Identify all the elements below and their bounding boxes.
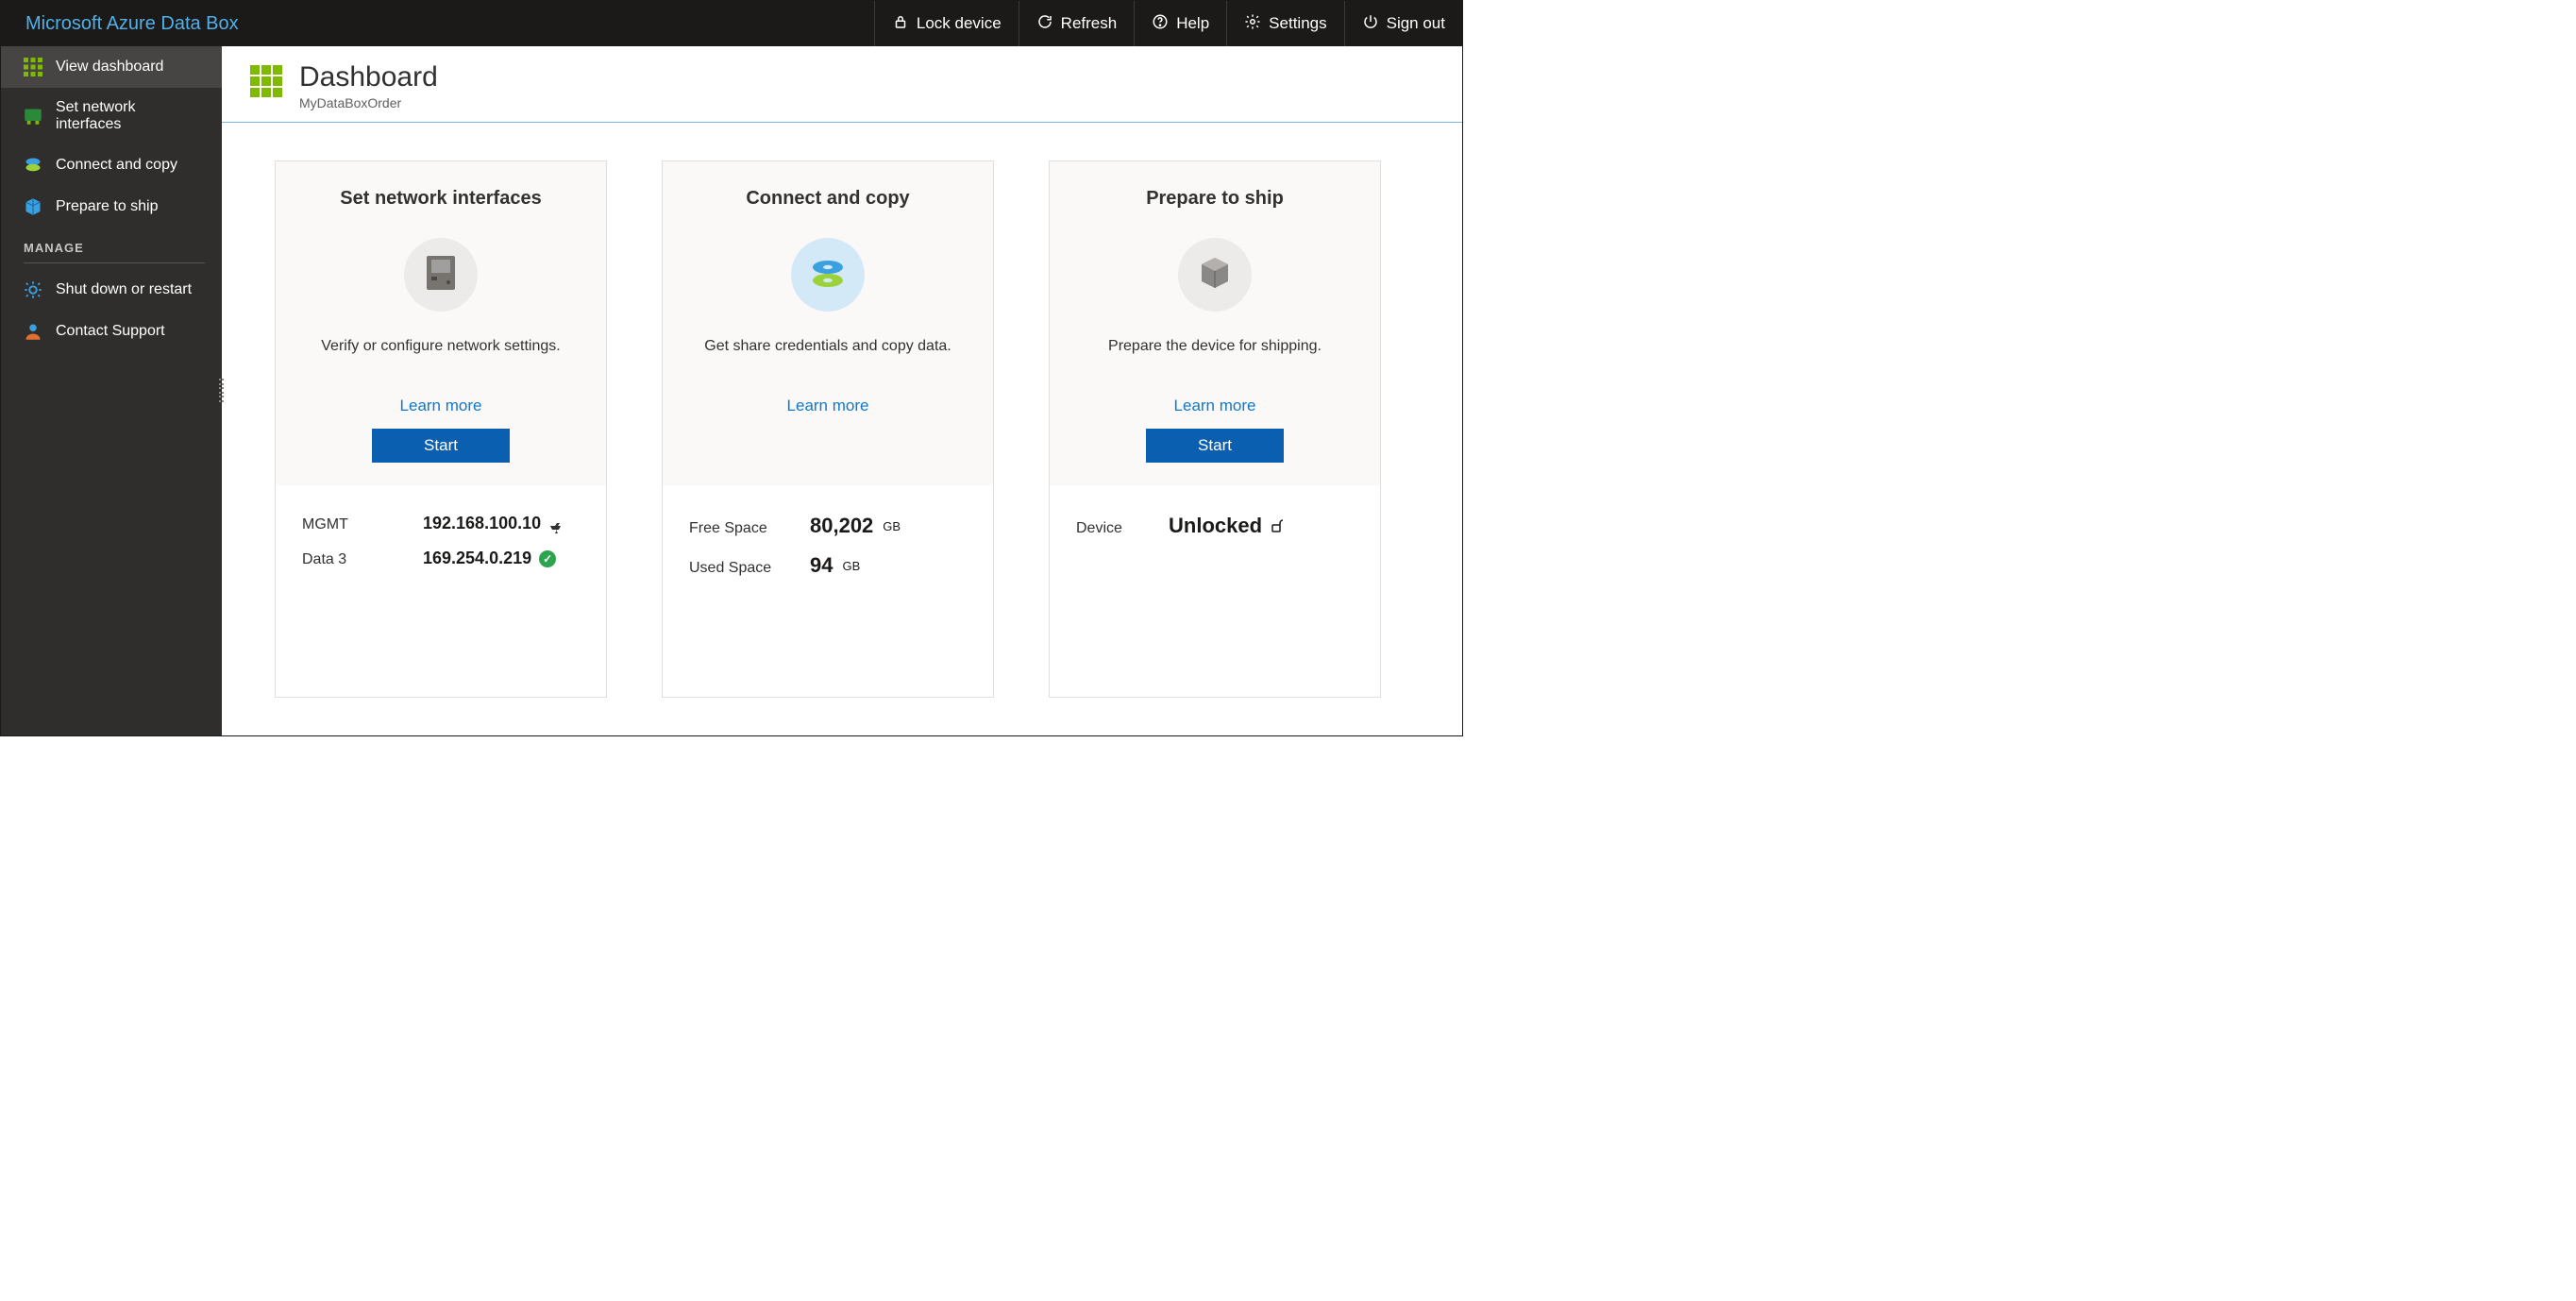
refresh-icon <box>1036 13 1053 35</box>
stat-value: Unlocked <box>1169 514 1285 538</box>
disks-icon <box>24 156 42 175</box>
card-title: Connect and copy <box>746 188 909 210</box>
refresh-label: Refresh <box>1061 14 1118 33</box>
package-icon <box>24 197 42 216</box>
stat-label: Data 3 <box>302 551 406 568</box>
stat-label: MGMT <box>302 516 406 533</box>
grid-icon <box>24 58 42 76</box>
learn-more-link[interactable]: Learn more <box>1174 397 1256 415</box>
card-desc: Verify or configure network settings. <box>321 338 560 355</box>
body: View dashboard Set network interfaces Co… <box>1 46 1462 735</box>
card-bottom: MGMT 192.168.100.10 Data 3 169 <box>276 485 606 697</box>
page-header: Dashboard MyDataBoxOrder <box>222 46 1462 123</box>
card-top: Set network interfaces Verify or configu… <box>276 161 606 485</box>
topbar-actions: Lock device Refresh Help Settings <box>874 1 1462 46</box>
server-icon <box>425 254 457 296</box>
lock-icon <box>892 13 909 35</box>
card-top: Prepare to ship Prepare the device for s… <box>1050 161 1380 485</box>
stat-label: Free Space <box>689 520 793 537</box>
card-copy: Connect and copy Get share credentials a… <box>662 161 994 698</box>
package-icon <box>1196 254 1234 296</box>
help-button[interactable]: Help <box>1134 1 1226 46</box>
help-icon <box>1152 13 1169 35</box>
card-desc: Prepare the device for shipping. <box>1108 338 1322 355</box>
stat-value: 94 GB <box>810 553 860 578</box>
sidebar-divider <box>24 262 205 263</box>
stat-value: 80,202 GB <box>810 514 901 538</box>
card-title: Set network interfaces <box>340 188 541 210</box>
learn-more-link[interactable]: Learn more <box>787 397 869 415</box>
check-icon <box>539 550 556 567</box>
refresh-button[interactable]: Refresh <box>1019 1 1135 46</box>
topbar-spacer <box>263 1 874 46</box>
power-icon <box>1362 13 1379 35</box>
lock-device-button[interactable]: Lock device <box>874 1 1019 46</box>
unlock-icon <box>1270 518 1285 533</box>
stat-row: Data 3 169.254.0.219 <box>302 549 580 568</box>
sidebar-item-support[interactable]: Contact Support <box>1 311 222 352</box>
main: Dashboard MyDataBoxOrder Set network int… <box>222 46 1462 735</box>
brand-title: Microsoft Azure Data Box <box>1 1 263 46</box>
signout-label: Sign out <box>1387 14 1445 33</box>
help-label: Help <box>1176 14 1209 33</box>
card-icon <box>791 238 865 312</box>
sidebar-item-ship[interactable]: Prepare to ship <box>1 186 222 228</box>
card-bottom: Free Space 80,202 GB Used Space 94 GB <box>663 485 993 697</box>
sidebar-section-manage: MANAGE <box>1 228 222 261</box>
sidebar-item-label: Set network interfaces <box>56 99 205 133</box>
settings-button[interactable]: Settings <box>1226 1 1343 46</box>
sidebar: View dashboard Set network interfaces Co… <box>1 46 222 735</box>
cards-row: Set network interfaces Verify or configu… <box>222 123 1462 735</box>
start-button[interactable]: Start <box>1146 429 1284 463</box>
stat-row: Device Unlocked <box>1076 514 1354 538</box>
card-desc: Get share credentials and copy data. <box>704 338 951 355</box>
sidebar-item-label: Contact Support <box>56 323 165 340</box>
sidebar-item-label: Prepare to ship <box>56 198 159 215</box>
sidebar-item-copy[interactable]: Connect and copy <box>1 144 222 186</box>
card-network: Set network interfaces Verify or configu… <box>275 161 607 698</box>
app-root: Microsoft Azure Data Box Lock device Ref… <box>0 0 1463 736</box>
sidebar-item-dashboard[interactable]: View dashboard <box>1 46 222 88</box>
stat-value: 169.254.0.219 <box>423 549 556 568</box>
stat-label: Device <box>1076 520 1152 537</box>
card-ship: Prepare to ship Prepare the device for s… <box>1049 161 1381 698</box>
sidebar-item-shutdown[interactable]: Shut down or restart <box>1 269 222 311</box>
start-button[interactable]: Start <box>372 429 510 463</box>
card-icon <box>1178 238 1252 312</box>
disks-icon <box>807 256 849 295</box>
person-icon <box>24 322 42 341</box>
card-bottom: Device Unlocked <box>1050 485 1380 697</box>
network-card-icon <box>24 107 42 126</box>
sidebar-resize-handle[interactable] <box>219 379 225 403</box>
learn-more-link[interactable]: Learn more <box>400 397 482 415</box>
stat-row: MGMT 192.168.100.10 <box>302 514 580 533</box>
settings-label: Settings <box>1269 14 1326 33</box>
stat-label: Used Space <box>689 560 793 577</box>
grid-icon <box>250 65 282 97</box>
gear-icon <box>1244 13 1261 35</box>
sidebar-item-network[interactable]: Set network interfaces <box>1 88 222 144</box>
plug-icon <box>548 518 565 530</box>
lock-device-label: Lock device <box>917 14 1002 33</box>
stat-value: 192.168.100.10 <box>423 514 565 533</box>
gear-icon <box>24 280 42 299</box>
card-top: Connect and copy Get share credentials a… <box>663 161 993 485</box>
stat-row: Free Space 80,202 GB <box>689 514 967 538</box>
page-subtitle: MyDataBoxOrder <box>299 95 438 110</box>
card-icon <box>404 238 478 312</box>
page-title: Dashboard <box>299 61 438 93</box>
topbar: Microsoft Azure Data Box Lock device Ref… <box>1 1 1462 46</box>
sidebar-item-label: View dashboard <box>56 59 163 76</box>
stat-row: Used Space 94 GB <box>689 553 967 578</box>
sidebar-item-label: Shut down or restart <box>56 281 192 298</box>
signout-button[interactable]: Sign out <box>1344 1 1462 46</box>
card-title: Prepare to ship <box>1146 188 1284 210</box>
sidebar-item-label: Connect and copy <box>56 157 177 174</box>
